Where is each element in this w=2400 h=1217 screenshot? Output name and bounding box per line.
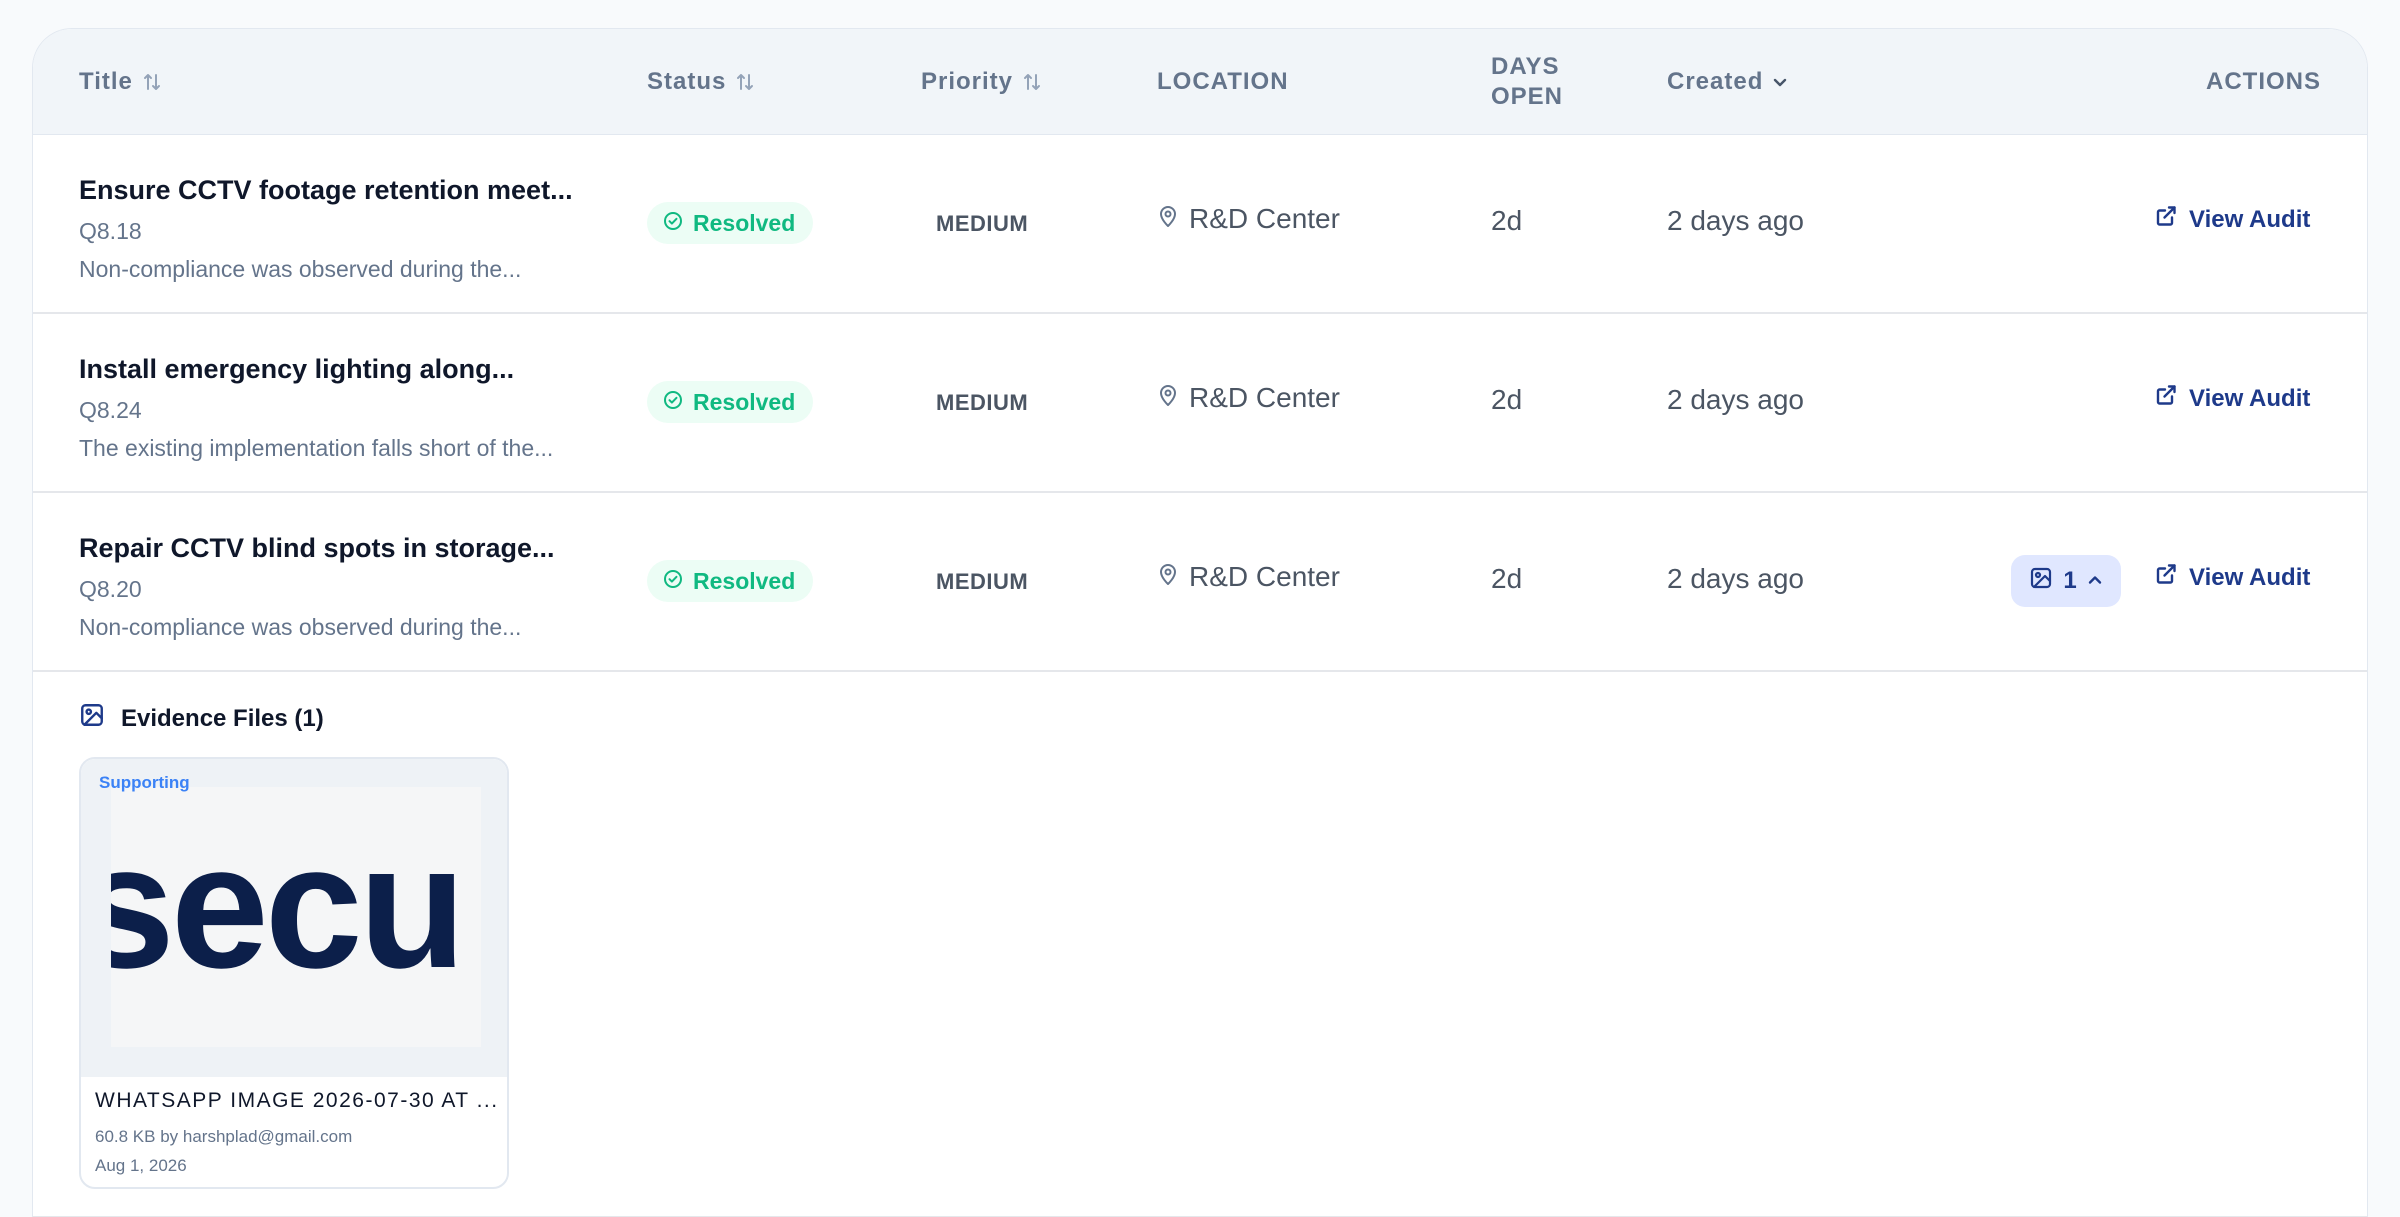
issue-title[interactable]: Repair CCTV blind spots in storage... bbox=[79, 533, 555, 564]
image-icon bbox=[2029, 566, 2053, 597]
file-date: Aug 1, 2026 bbox=[95, 1156, 187, 1175]
sort-arrows-icon[interactable] bbox=[141, 71, 163, 93]
location: R&D Center bbox=[1157, 382, 1340, 414]
column-status-label: Status bbox=[647, 68, 727, 95]
location: R&D Center bbox=[1157, 203, 1340, 235]
thumbnail-image: secu bbox=[111, 787, 481, 1047]
external-link-icon bbox=[2155, 384, 2177, 413]
sort-arrows-icon[interactable] bbox=[734, 71, 756, 93]
issue-description: Non-compliance was observed during the..… bbox=[79, 256, 522, 282]
location-label: R&D Center bbox=[1189, 561, 1340, 592]
status-badge: Resolved bbox=[647, 381, 814, 423]
location: R&D Center bbox=[1157, 561, 1340, 593]
external-link-icon bbox=[2155, 563, 2177, 592]
issue-code: Q8.20 bbox=[79, 576, 142, 602]
column-location-label: LOCATION bbox=[1157, 68, 1289, 95]
status-label: Resolved bbox=[693, 567, 796, 594]
column-actions-label: ACTIONS bbox=[2206, 68, 2321, 95]
file-tag: Supporting bbox=[99, 773, 190, 792]
table-row[interactable]: Ensure CCTV footage retention meet... Q8… bbox=[33, 135, 2367, 314]
location-label: R&D Center bbox=[1189, 382, 1340, 413]
external-link-icon bbox=[2155, 205, 2177, 234]
status-badge: Resolved bbox=[647, 560, 814, 602]
check-circle-icon bbox=[663, 210, 683, 237]
issue-title[interactable]: Ensure CCTV footage retention meet... bbox=[79, 175, 573, 206]
file-name: WHATSAPP IMAGE 2026-07-30 AT ... bbox=[95, 1089, 499, 1112]
column-header-status[interactable]: Status bbox=[647, 29, 756, 135]
issue-code: Q8.24 bbox=[79, 397, 142, 423]
column-header-days-open: DAYS OPEN bbox=[1491, 29, 1563, 135]
column-header-title[interactable]: Title bbox=[79, 29, 163, 135]
column-priority-label: Priority bbox=[921, 68, 1014, 95]
table-header: Title Status Priority LOCATION DAYS OPEN… bbox=[33, 29, 2367, 135]
column-title-label: Title bbox=[79, 68, 133, 95]
check-circle-icon bbox=[663, 568, 683, 595]
days-open: 2d bbox=[1491, 205, 1523, 236]
created-date: 2 days ago bbox=[1667, 563, 1804, 594]
priority-label: MEDIUM bbox=[936, 569, 1029, 594]
view-audit-label: View Audit bbox=[2189, 384, 2311, 412]
column-days-line1: DAYS bbox=[1491, 53, 1560, 80]
evidence-count: 1 bbox=[2063, 567, 2077, 594]
view-audit-label: View Audit bbox=[2189, 563, 2311, 591]
file-thumbnail[interactable]: secu Supporting bbox=[81, 759, 507, 1077]
column-header-location: LOCATION bbox=[1157, 29, 1289, 135]
sort-arrows-icon[interactable] bbox=[1021, 71, 1043, 93]
column-created-label: Created bbox=[1667, 68, 1764, 95]
status-badge: Resolved bbox=[647, 202, 814, 244]
table-row[interactable]: Install emergency lighting along... Q8.2… bbox=[33, 314, 2367, 493]
view-audit-link[interactable]: View Audit bbox=[2155, 205, 2310, 234]
column-header-created[interactable]: Created bbox=[1667, 29, 1789, 135]
evidence-heading: Evidence Files (1) bbox=[79, 702, 324, 735]
issue-title[interactable]: Install emergency lighting along... bbox=[79, 354, 514, 385]
priority-label: MEDIUM bbox=[936, 211, 1029, 236]
evidence-file-card[interactable]: secu Supporting WHATSAPP IMAGE 2026-07-3… bbox=[79, 757, 509, 1189]
map-pin-icon bbox=[1157, 382, 1179, 414]
days-open: 2d bbox=[1491, 384, 1523, 415]
column-header-actions: ACTIONS bbox=[2206, 29, 2321, 135]
evidence-panel: Evidence Files (1) secu Supporting WHATS… bbox=[33, 673, 2367, 1217]
created-date: 2 days ago bbox=[1667, 205, 1804, 236]
view-audit-link[interactable]: View Audit bbox=[2155, 384, 2310, 413]
chevron-up-icon bbox=[2087, 567, 2103, 595]
evidence-toggle-button[interactable]: 1 bbox=[2011, 555, 2121, 607]
issue-code: Q8.18 bbox=[79, 218, 142, 244]
view-audit-link[interactable]: View Audit bbox=[2155, 563, 2310, 592]
map-pin-icon bbox=[1157, 203, 1179, 235]
issues-table-card: Title Status Priority LOCATION DAYS OPEN… bbox=[32, 28, 2368, 1217]
thumbnail-text: secu bbox=[111, 809, 466, 1005]
status-label: Resolved bbox=[693, 209, 796, 236]
location-label: R&D Center bbox=[1189, 203, 1340, 234]
table-row[interactable]: Repair CCTV blind spots in storage... Q8… bbox=[33, 493, 2367, 672]
priority-label: MEDIUM bbox=[936, 390, 1029, 415]
file-size-uploader: 60.8 KB by harshplad@gmail.com bbox=[95, 1127, 353, 1146]
created-date: 2 days ago bbox=[1667, 384, 1804, 415]
column-header-priority[interactable]: Priority bbox=[921, 29, 1043, 135]
column-days-line2: OPEN bbox=[1491, 83, 1564, 110]
evidence-heading-label: Evidence Files (1) bbox=[121, 704, 324, 732]
check-circle-icon bbox=[663, 389, 683, 416]
issue-description: Non-compliance was observed during the..… bbox=[79, 614, 522, 640]
image-icon bbox=[79, 702, 105, 735]
chevron-down-icon[interactable] bbox=[1771, 73, 1789, 91]
issue-description: The existing implementation falls short … bbox=[79, 435, 554, 461]
status-label: Resolved bbox=[693, 388, 796, 415]
map-pin-icon bbox=[1157, 561, 1179, 593]
days-open: 2d bbox=[1491, 563, 1523, 594]
view-audit-label: View Audit bbox=[2189, 205, 2311, 233]
